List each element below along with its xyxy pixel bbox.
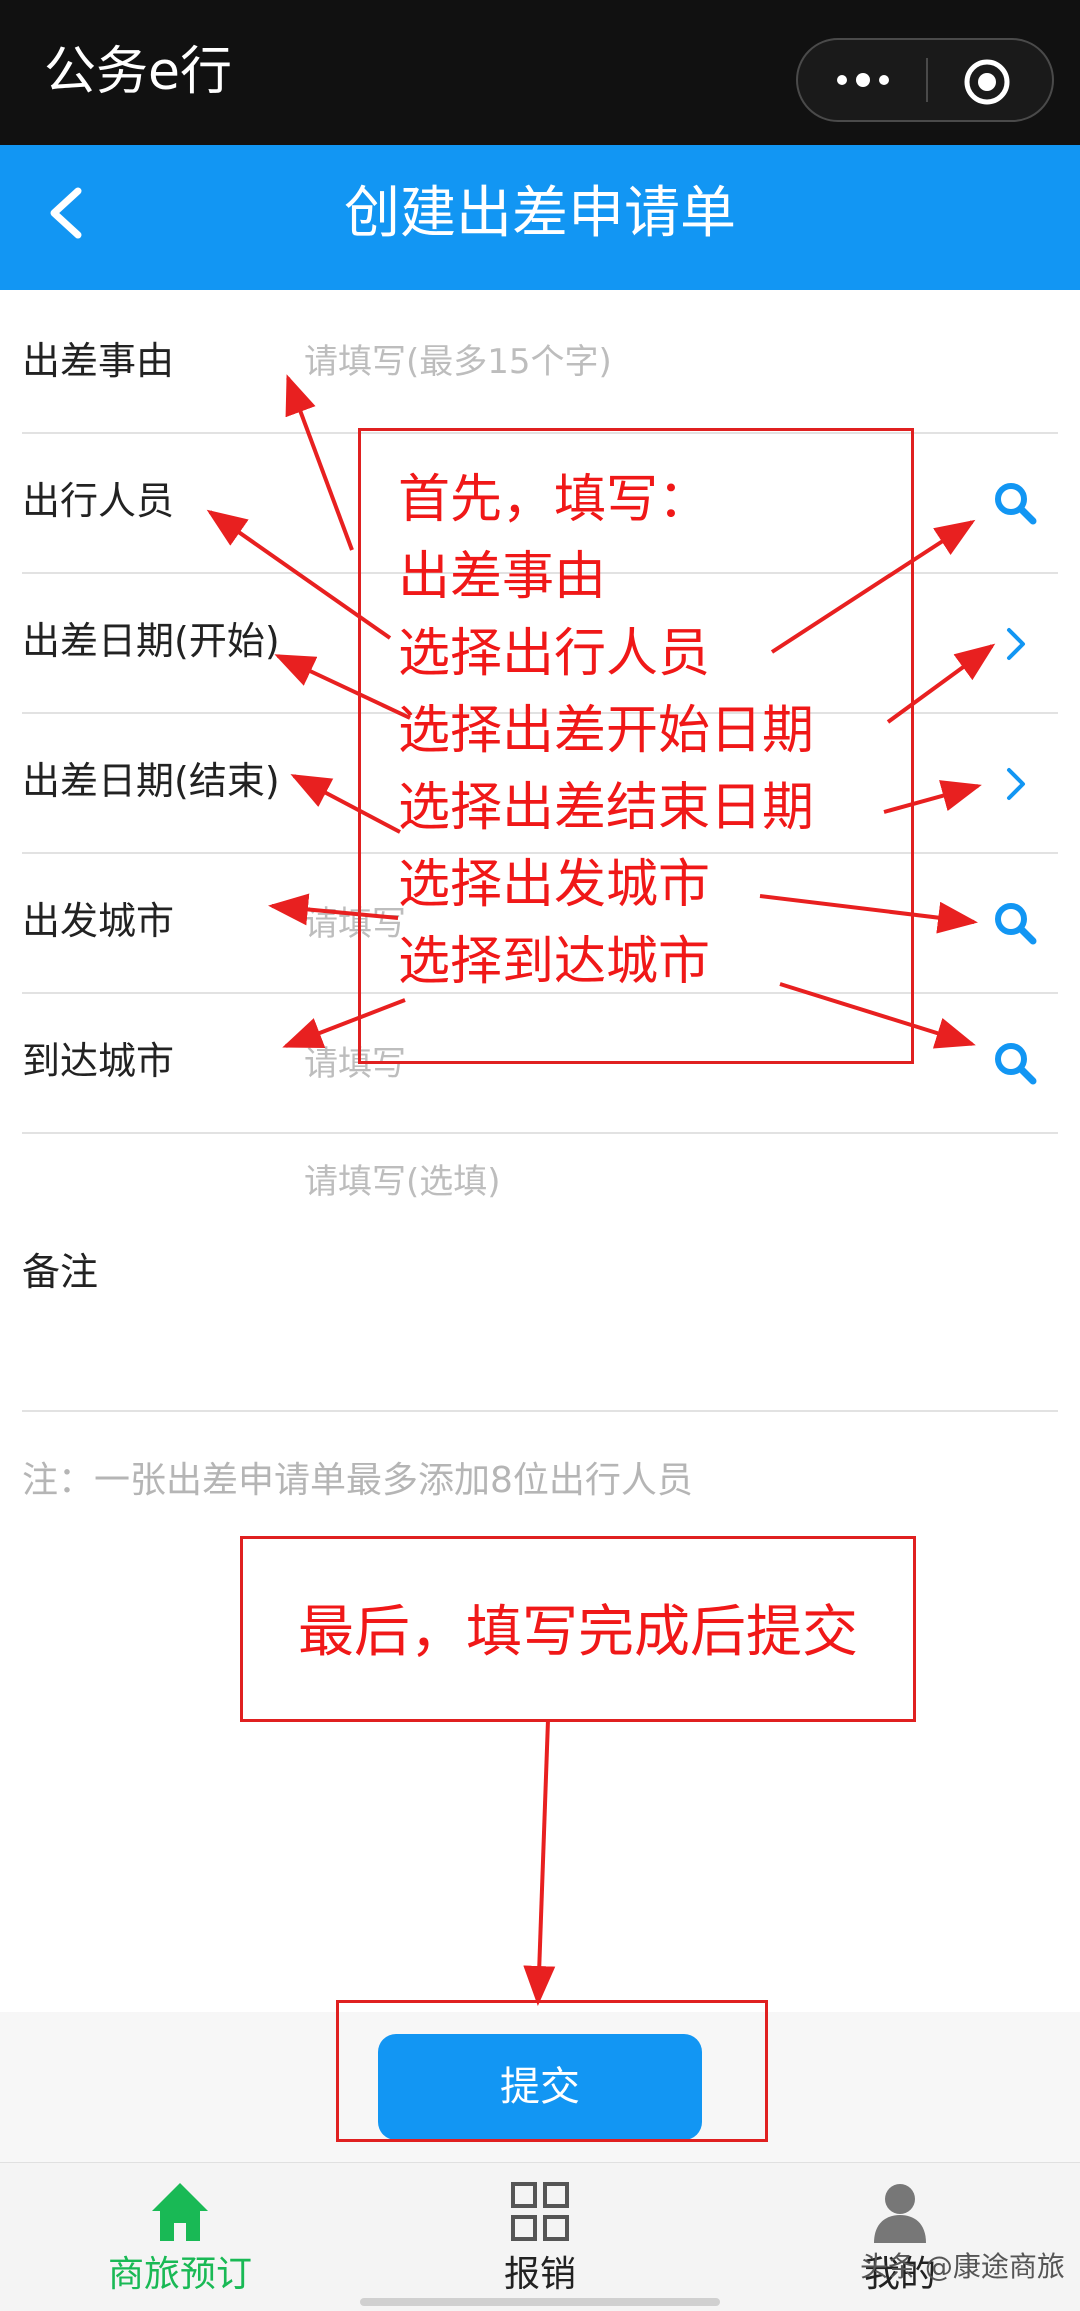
row-label-departure-city: 出发城市 [22,899,175,943]
remark-input[interactable]: 请填写(选填) [304,1160,501,1204]
more-icon[interactable] [834,69,892,91]
page-title: 创建出差申请单 [344,181,736,246]
row-label-arrival-city: 到达城市 [22,1039,175,1083]
annotation-line: 出差事由 [398,547,607,607]
row-divider [22,1410,1058,1412]
arrow-to-reason [285,374,354,551]
home-icon [150,2181,210,2243]
reason-input[interactable]: 请填写(最多15个字) [304,340,612,384]
tab-label-reimburse: 报销 [503,2254,576,2295]
row-label-start-date: 出差日期(开始) [22,619,280,663]
app-title: 公务e行 [44,42,232,102]
row-label-travelers: 出行人员 [22,479,175,523]
row-divider [22,1132,1058,1134]
chevron-right-icon[interactable] [1004,764,1028,804]
grid-icon [510,2181,570,2243]
chevron-right-icon[interactable] [1004,624,1028,664]
submit-annotation-box [336,2000,768,2142]
final-annotation-text: 最后，填写完成后提交 [298,1600,858,1665]
annotation-line: 选择出发城市 [398,855,711,915]
annotation-line: 首先，填写： [398,470,711,530]
tab-booking[interactable]: 商旅预订 [0,2181,360,2311]
annotation-line: 选择到达城市 [398,932,711,992]
annotation-line: 选择出差结束日期 [398,778,815,838]
annotation-line: 选择出行人员 [398,624,711,684]
annotation-line: 选择出差开始日期 [398,701,815,761]
tab-reimburse[interactable]: 报销 [360,2181,720,2311]
search-icon[interactable] [992,900,1038,946]
page-header: 创建出差申请单 [0,145,1080,290]
tab-mine[interactable]: 我的 [720,2181,1080,2311]
user-icon [870,2181,930,2243]
mini-program-top-bar: 公务e行 [0,0,1080,145]
capsule-divider [926,58,928,102]
bottom-tab-bar: 商旅预订 报销 我的 [0,2162,1080,2311]
row-label-remark: 备注 [22,1250,99,1294]
close-target-icon[interactable] [962,57,1012,107]
row-label-reason: 出差事由 [22,339,175,383]
tab-label-booking: 商旅预订 [107,2254,252,2295]
arrow-to-submit [523,1719,556,2006]
capsule-menu [796,38,1054,122]
row-label-end-date: 出差日期(结束) [22,759,280,803]
traveler-limit-note: 注：一张出差申请单最多添加8位出行人员 [22,1460,693,1501]
annotation-steps: 首先，填写： 出差事由 选择出行人员 选择出差开始日期 选择出差结束日期 选择出… [398,462,918,1001]
home-indicator [360,2298,720,2306]
search-icon[interactable] [992,1040,1038,1086]
search-icon[interactable] [992,480,1038,526]
watermark: 头条 @康途商旅 [860,2250,1065,2283]
